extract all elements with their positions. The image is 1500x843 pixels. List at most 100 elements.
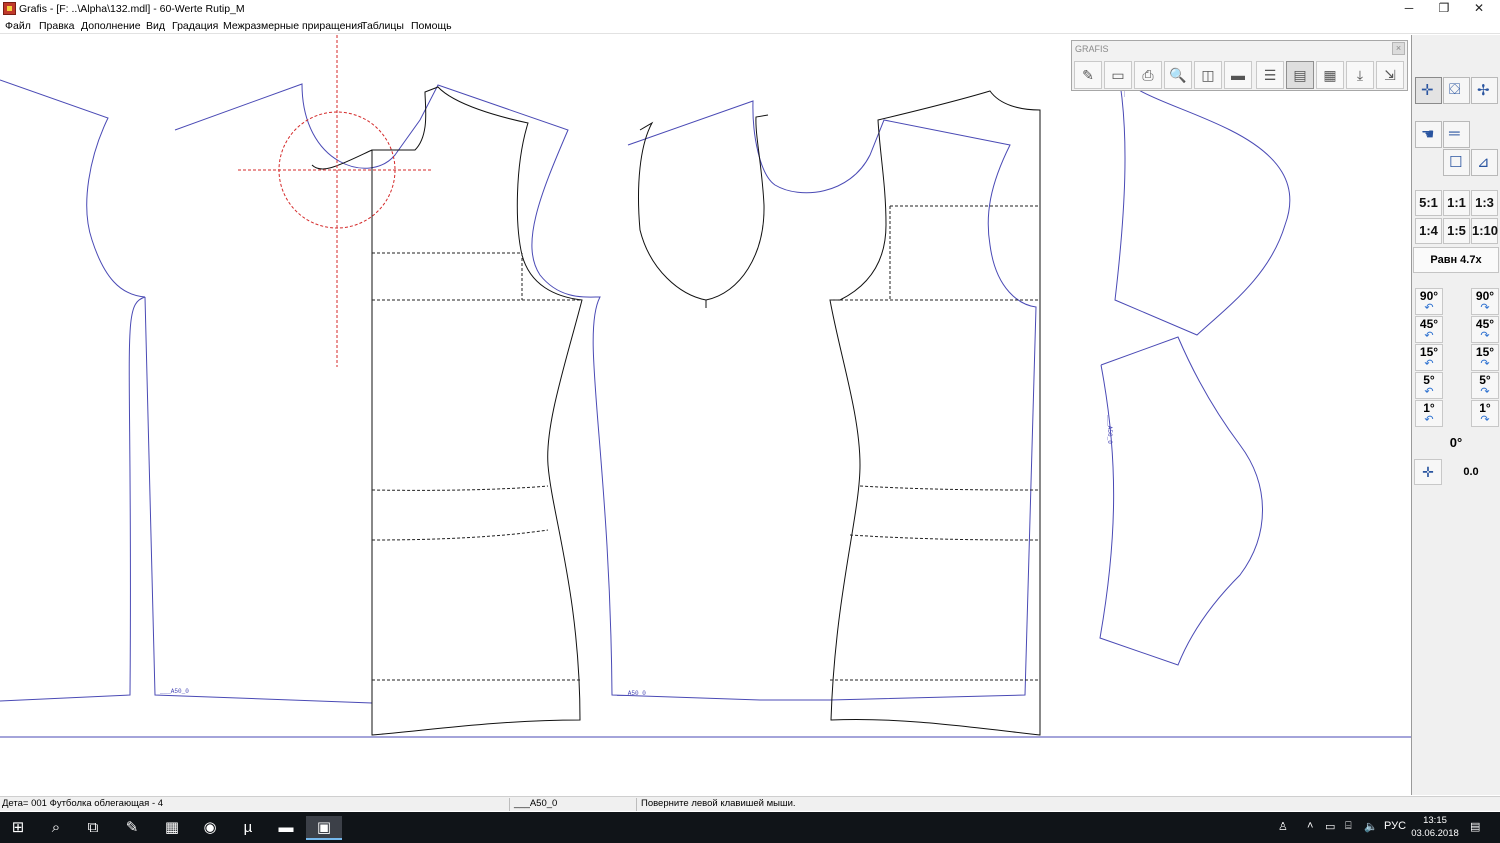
network-icon[interactable]: ⌸ xyxy=(1345,820,1352,833)
people-icon[interactable]: ♙ xyxy=(1278,820,1288,833)
sleeve-label-bottom: ___A50_0 xyxy=(1106,414,1113,444)
save-icon[interactable]: ▭ xyxy=(1104,61,1132,89)
scale-5-1-button[interactable]: 5:1 xyxy=(1415,190,1442,216)
line-tool[interactable]: ═ xyxy=(1443,121,1470,148)
menu-edit[interactable]: Правка xyxy=(39,20,74,32)
utorrent-icon[interactable]: µ xyxy=(230,816,266,840)
drawing-canvas[interactable]: ___A50_0 ___A50_0 ___A50_0 ___A50_0 xyxy=(0,35,1411,795)
scale-1-1-button[interactable]: 1:1 xyxy=(1443,190,1470,216)
piece-icon: ☐ xyxy=(1449,154,1463,171)
rotate-cw-icon: ↷ xyxy=(1480,414,1490,426)
rotation-axis-icon[interactable]: ✛ xyxy=(1414,459,1442,485)
grafis-toolbar[interactable]: GRAFIS × ✎ ▭ ⎙ 🔍 ◫ ▬ ☰ ▤ ▦ ⤓ ⇲ xyxy=(1071,40,1408,91)
status-size: ___A50_0 xyxy=(512,798,637,811)
taskbar: ⊞ ⌕ ⧉ ✎ ▦ ◉ µ ▬ ▣ ♙ ˄ ▭ ⌸ 🔈 РУС 13:15 03… xyxy=(0,812,1500,843)
right-tool-panel: ✛ ⛋ ✢ ☚ ═ ☐ ⊿ 5:1 1:1 1:3 1:4 1:5 1:10 Р… xyxy=(1411,35,1500,795)
piece-label-back: ___A50_0 xyxy=(159,688,189,695)
menu-view[interactable]: Вид xyxy=(146,20,165,32)
status-hint: Поверните левой клавишей мыши. xyxy=(641,798,796,809)
menu-help[interactable]: Помощь xyxy=(411,20,452,32)
print-icon[interactable]: ⎙ xyxy=(1134,61,1162,89)
task-view-icon[interactable]: ⧉ xyxy=(75,816,111,840)
close-button[interactable]: ✕ xyxy=(1456,0,1500,18)
clock-time[interactable]: 13:15 xyxy=(1414,815,1456,826)
grafis-taskbar-icon[interactable]: ▣ xyxy=(306,816,342,840)
menu-file[interactable]: Файл xyxy=(5,20,31,32)
rotate-ccw-icon: ↶ xyxy=(1424,386,1434,398)
rotation-zero-button[interactable]: 0° xyxy=(1442,430,1470,456)
rotate-cw-45-button[interactable]: 45° ↷ xyxy=(1471,316,1499,343)
hand-icon: ☚ xyxy=(1421,126,1435,143)
rotation-label: 5° xyxy=(1423,373,1435,387)
rotation-label: 1° xyxy=(1479,401,1491,415)
rotate-ccw-90-button[interactable]: 90° ↶ xyxy=(1415,288,1443,315)
grafis-app-icon xyxy=(3,2,16,15)
rotate-ccw-15-button[interactable]: 15° ↶ xyxy=(1415,344,1443,371)
magnifier-icon[interactable]: 🔍 xyxy=(1164,61,1192,89)
scale-1-3-button[interactable]: 1:3 xyxy=(1471,190,1498,216)
clock-date[interactable]: 03.06.2018 xyxy=(1410,828,1460,839)
rotate-ccw-45-button[interactable]: 45° ↶ xyxy=(1415,316,1443,343)
search-icon[interactable]: ⌕ xyxy=(38,816,74,840)
scale-1-5-button[interactable]: 1:5 xyxy=(1443,218,1470,244)
scatter-tool[interactable]: ✢ xyxy=(1471,77,1498,104)
download-icon[interactable]: ⤓ xyxy=(1346,61,1374,89)
rotate-ccw-1-button[interactable]: 1° ↶ xyxy=(1415,400,1443,427)
windows-start-icon[interactable]: ⊞ xyxy=(0,816,36,840)
status-bar: Дета= 001 Футболка облегающая - 4 ___A50… xyxy=(0,796,1500,811)
status-piece-name: Дета= 001 Футболка облегающая - 4 xyxy=(0,798,510,811)
title-bar: Grafis - [F: ..\Alpha\132.mdl] - 60-Wert… xyxy=(0,0,1500,18)
tray-chevron-icon[interactable]: ˄ xyxy=(1307,820,1313,832)
select-point-tool[interactable]: ✛ xyxy=(1415,77,1442,104)
piece-label-front: ___A50_0 xyxy=(616,690,646,697)
rotation-label: 45° xyxy=(1419,317,1439,331)
armhole-curve xyxy=(638,114,769,301)
piece-tool[interactable]: ☐ xyxy=(1443,149,1470,176)
rotation-label: 90° xyxy=(1475,289,1495,303)
rotation-label: 90° xyxy=(1419,289,1439,303)
notification-icon[interactable]: ▤ xyxy=(1470,820,1480,833)
window-title: Grafis - [F: ..\Alpha\132.mdl] - 60-Wert… xyxy=(19,3,245,15)
dash-waist-4 xyxy=(849,534,1041,541)
rotate-cw-15-button[interactable]: 15° ↷ xyxy=(1471,344,1499,371)
scale-1-4-button[interactable]: 1:4 xyxy=(1415,218,1442,244)
rotate-cw-icon: ↷ xyxy=(1480,302,1490,314)
rotate-ccw-icon: ↶ xyxy=(1424,330,1434,342)
menu-grading[interactable]: Градация xyxy=(172,20,218,32)
calculator-icon[interactable]: ▦ xyxy=(154,816,190,840)
layer-icon[interactable]: ◫ xyxy=(1194,61,1222,89)
language-indicator[interactable]: РУС xyxy=(1384,820,1406,832)
hand-tool[interactable]: ☚ xyxy=(1415,121,1442,148)
grafis-toolbar-close-button[interactable]: × xyxy=(1392,42,1405,55)
rotate-cw-1-button[interactable]: 1° ↷ xyxy=(1471,400,1499,427)
rotate-cw-90-button[interactable]: 90° ↷ xyxy=(1471,288,1499,315)
rotate-ccw-5-button[interactable]: 5° ↶ xyxy=(1415,372,1443,399)
front-left-piece-outline xyxy=(371,86,583,736)
rotation-label: 15° xyxy=(1419,345,1439,359)
rotate-cw-5-button[interactable]: 5° ↷ xyxy=(1471,372,1499,399)
line-icon: ═ xyxy=(1449,125,1460,142)
zoom-level-label[interactable]: Равн 4.7x xyxy=(1413,247,1499,273)
volume-icon[interactable]: 🔈 xyxy=(1364,820,1378,833)
menu-addition[interactable]: Дополнение xyxy=(81,20,141,32)
fill-tool[interactable]: ⛋ xyxy=(1443,77,1470,104)
align-icon[interactable]: ⇲ xyxy=(1376,61,1404,89)
battery-icon[interactable]: ▭ xyxy=(1325,820,1335,833)
rotate-cw-icon: ↷ xyxy=(1480,358,1490,370)
measure-tape-icon[interactable]: ▬ xyxy=(1224,61,1252,89)
menu-tables[interactable]: Таблицы xyxy=(361,20,404,32)
grid-icon[interactable]: ▦ xyxy=(1316,61,1344,89)
rotate-ccw-icon: ↶ xyxy=(1424,358,1434,370)
chrome-icon[interactable]: ◉ xyxy=(192,816,228,840)
table-icon[interactable]: ▤ xyxy=(1286,61,1314,89)
menu-size-increments[interactable]: Межразмерные приращения xyxy=(223,20,363,32)
front-neckline-left xyxy=(311,149,373,170)
paint-app-icon[interactable]: ✎ xyxy=(114,816,150,840)
fold-tool[interactable]: ⊿ xyxy=(1471,149,1498,176)
file-explorer-icon[interactable]: ▬ xyxy=(268,816,304,840)
rotation-label: 45° xyxy=(1475,317,1495,331)
list-icon[interactable]: ☰ xyxy=(1256,61,1284,89)
scale-1-10-button[interactable]: 1:10 xyxy=(1471,218,1498,244)
curve-edit-icon[interactable]: ✎ xyxy=(1074,61,1102,89)
front-piece-right-blue xyxy=(627,100,1037,701)
